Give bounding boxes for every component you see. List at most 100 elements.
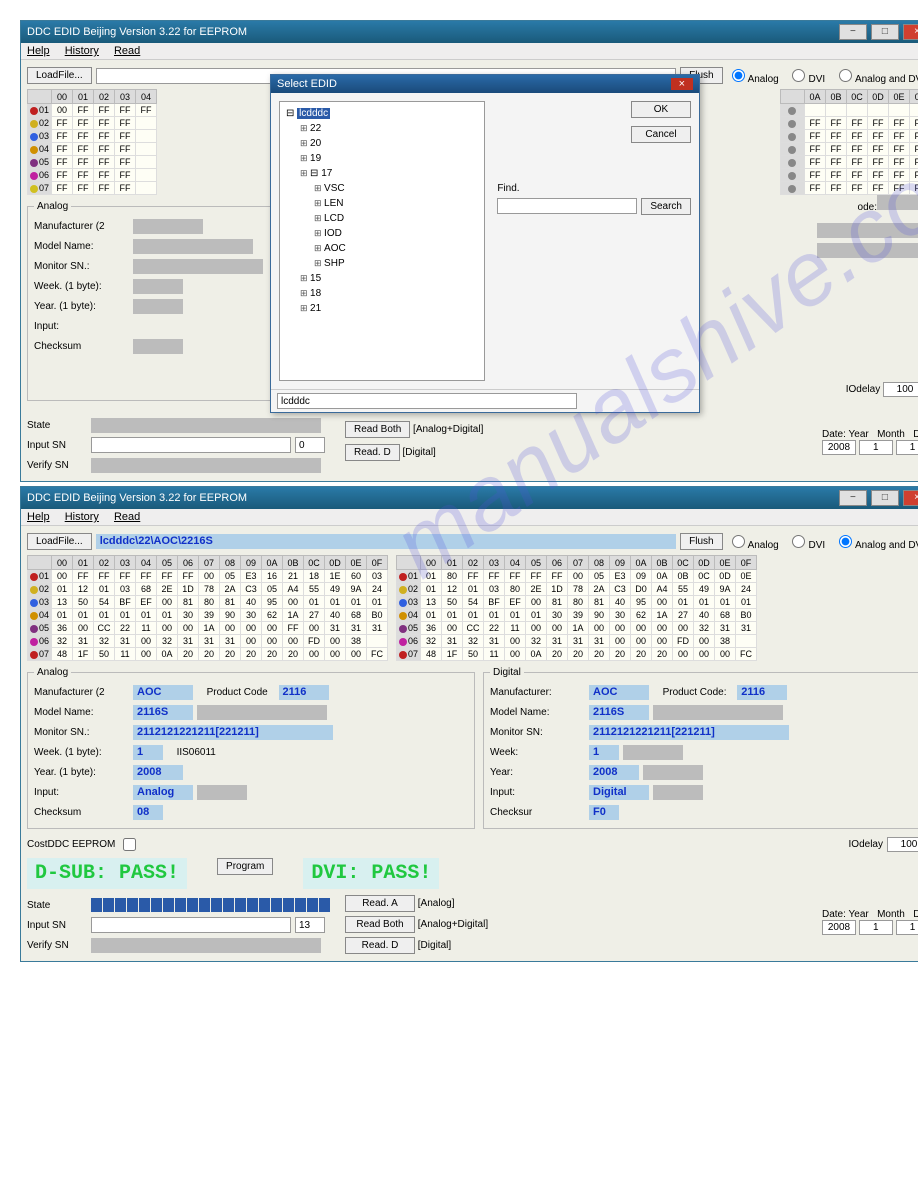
program-button[interactable]: Program <box>217 858 273 875</box>
maximize-bot[interactable]: □ <box>871 490 899 506</box>
input-sn-count-top[interactable] <box>295 437 325 453</box>
modal-cancel[interactable]: Cancel <box>631 126 691 143</box>
titlebar-top: DDC EDID Beijing Version 3.22 for EEPROM… <box>21 21 918 43</box>
read-a-bot[interactable]: Read. A <box>345 895 415 912</box>
read-d-bot[interactable]: Read. D <box>345 937 415 954</box>
radio-dvi-bot[interactable] <box>792 535 805 548</box>
day-bot[interactable] <box>896 920 918 935</box>
tree-node[interactable]: LEN <box>314 196 478 211</box>
hex-cell: FF <box>868 156 889 169</box>
loadfile-button-bot[interactable]: LoadFile... <box>27 533 92 550</box>
close-button[interactable]: × <box>903 24 918 40</box>
tree-node[interactable]: 22 <box>300 121 478 136</box>
tree-node[interactable]: LCD <box>314 211 478 226</box>
modal-close-icon[interactable]: × <box>671 78 693 90</box>
hex-cell: 31 <box>220 635 241 648</box>
find-input[interactable] <box>497 198 637 214</box>
costddc-checkbox[interactable] <box>123 838 136 851</box>
hex-cell: FF <box>826 143 847 156</box>
window-controls-top: − □ × <box>838 24 918 40</box>
month-bot[interactable] <box>859 920 893 935</box>
hex-row-head <box>781 104 805 117</box>
hex-row-head: 07 <box>28 648 52 661</box>
month-top[interactable] <box>859 440 893 455</box>
tree-node[interactable]: 20 <box>300 136 478 151</box>
flush-button-bot[interactable]: Flush <box>680 533 722 550</box>
search-button[interactable]: Search <box>641 198 691 215</box>
tree-node[interactable]: AOC <box>314 241 478 256</box>
year-top[interactable] <box>822 440 856 455</box>
hex-cell: FF <box>115 130 136 143</box>
radio-dvi-top[interactable] <box>792 69 805 82</box>
year-bot[interactable] <box>822 920 856 935</box>
hex-cell: 11 <box>136 622 157 635</box>
menu-read-bot[interactable]: Read <box>114 511 140 523</box>
hex-row-head <box>781 130 805 143</box>
radio-analog-bot[interactable] <box>732 535 745 548</box>
hex-cell: FF <box>547 570 568 583</box>
hex-cell <box>868 104 889 117</box>
tree-node[interactable]: VSC <box>314 181 478 196</box>
hex-cell: 00 <box>220 622 241 635</box>
tree-node[interactable]: SHP <box>314 256 478 271</box>
hex-cell: 95 <box>631 596 652 609</box>
hex-cell: 1D <box>178 583 199 596</box>
radio-both-bot[interactable] <box>839 535 852 548</box>
menu-help[interactable]: Help <box>27 45 50 57</box>
hex-row-head: 07 <box>397 648 421 661</box>
tree-node[interactable]: 18 <box>300 286 478 301</box>
hex-cell: 80 <box>199 596 220 609</box>
hex-cell: 78 <box>199 583 220 596</box>
hex-cell: FF <box>73 570 94 583</box>
hex-cell: 01 <box>136 609 157 622</box>
tree-node[interactable]: 19 <box>300 151 478 166</box>
menu-help-bot[interactable]: Help <box>27 511 50 523</box>
hex-cell <box>367 635 388 648</box>
read-both-top[interactable]: Read Both <box>345 421 410 438</box>
hex-cell: FF <box>910 143 918 156</box>
hex-cell: 01 <box>367 596 388 609</box>
day-top[interactable] <box>896 440 918 455</box>
minimize-bot[interactable]: − <box>839 490 867 506</box>
radio-analog-top[interactable] <box>732 69 745 82</box>
hex-cell: FF <box>94 156 115 169</box>
menu-read[interactable]: Read <box>114 45 140 57</box>
hex-row-head: 03 <box>28 130 52 143</box>
iodelay-bot[interactable] <box>887 837 918 852</box>
tree-node[interactable]: 15 <box>300 271 478 286</box>
hex-cell: 32 <box>94 635 115 648</box>
input-sn-bot[interactable] <box>91 917 291 933</box>
hex-cell: 05 <box>589 570 610 583</box>
read-both-bot[interactable]: Read Both <box>345 916 415 933</box>
input-sn-top[interactable] <box>91 437 291 453</box>
modal-ok[interactable]: OK <box>631 101 691 118</box>
hex-row-head: 02 <box>28 583 52 596</box>
modal-titlebar: Select EDID × <box>271 75 699 93</box>
iodelay-input-top[interactable] <box>883 382 918 397</box>
read-d-top[interactable]: Read. D <box>345 444 400 461</box>
hex-row-head: 02 <box>397 583 421 596</box>
hex-cell: 2A <box>589 583 610 596</box>
hex-cell <box>847 104 868 117</box>
hex-cell: 00 <box>652 622 673 635</box>
input-sn-count-bot[interactable] <box>295 917 325 933</box>
hex-cell: 54 <box>94 596 115 609</box>
hex-cell: FF <box>910 182 918 195</box>
loadfile-button-top[interactable]: LoadFile... <box>27 67 92 84</box>
hex-cell: FF <box>889 156 910 169</box>
menu-history[interactable]: History <box>65 45 99 57</box>
hex-cell: 12 <box>442 583 463 596</box>
close-bot[interactable]: × <box>903 490 918 506</box>
tree-node[interactable]: IOD <box>314 226 478 241</box>
radio-both-top[interactable] <box>839 69 852 82</box>
hex-cell <box>136 130 157 143</box>
hex-cell: FF <box>73 130 94 143</box>
edid-tree[interactable]: ⊟ lcdddc 222019 ⊟ 17 VSCLENLCDIODAOCSHP … <box>279 101 485 381</box>
minimize-button[interactable]: − <box>839 24 867 40</box>
maximize-button[interactable]: □ <box>871 24 899 40</box>
hex-cell: 01 <box>442 609 463 622</box>
menu-history-bot[interactable]: History <box>65 511 99 523</box>
hex-cell: 31 <box>736 622 757 635</box>
tree-root[interactable]: lcdddc <box>297 108 330 119</box>
tree-node[interactable]: 21 <box>300 301 478 316</box>
